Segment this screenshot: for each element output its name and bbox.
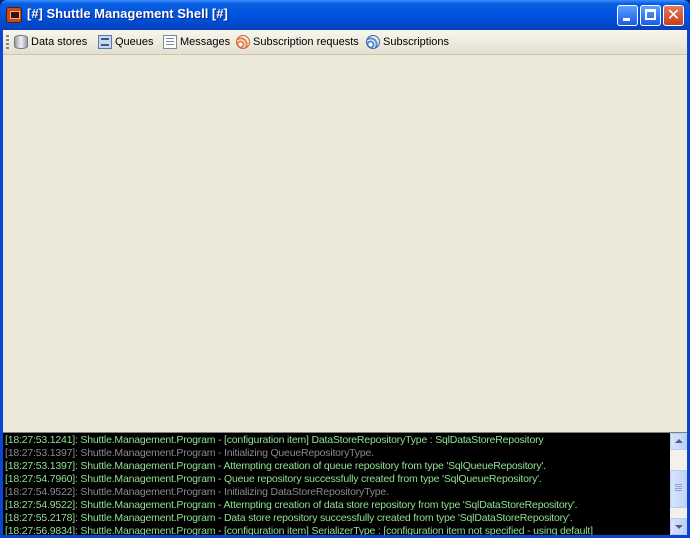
messages-button[interactable]: Messages xyxy=(163,33,230,51)
log-line: [18:27:54.9522]: Shuttle.Management.Prog… xyxy=(5,486,389,498)
log-line: [18:27:55.2178]: Shuttle.Management.Prog… xyxy=(5,512,573,524)
maximize-icon xyxy=(645,9,656,20)
messages-label: Messages xyxy=(180,36,231,48)
data-stores-button[interactable]: Data stores xyxy=(14,33,87,51)
maximize-button[interactable] xyxy=(640,5,661,26)
minimize-icon xyxy=(623,18,630,21)
scroll-down-button[interactable] xyxy=(670,518,687,535)
log-line: [18:27:54.7960]: Shuttle.Management.Prog… xyxy=(5,473,542,485)
toolbar: Data stores Queues Messages Subscription… xyxy=(3,30,687,55)
app-icon[interactable] xyxy=(6,7,22,23)
arrow-down-icon xyxy=(675,525,683,529)
data-stores-label: Data stores xyxy=(31,36,88,48)
scroll-thumb[interactable] xyxy=(670,470,687,508)
subscription-requests-button[interactable]: Subscription requests xyxy=(236,33,359,51)
subscriptions-label: Subscriptions xyxy=(383,36,450,48)
window-title: [#] Shuttle Management Shell [#] xyxy=(27,6,228,21)
queues-button[interactable]: Queues xyxy=(98,33,154,51)
subscription-icon xyxy=(366,35,380,49)
log-line: [18:27:54.9522]: Shuttle.Management.Prog… xyxy=(5,499,578,511)
log-scrollbar[interactable] xyxy=(670,433,687,535)
log-line: [18:27:53.1397]: Shuttle.Management.Prog… xyxy=(5,447,374,459)
toolbar-grip[interactable] xyxy=(6,35,9,49)
subscription-request-icon xyxy=(236,35,250,49)
main-frame: Data stores Queues Messages Subscription… xyxy=(3,30,687,535)
workspace-area xyxy=(3,55,687,429)
subscription-requests-label: Subscription requests xyxy=(253,36,359,48)
log-line: [18:27:53.1241]: Shuttle.Management.Prog… xyxy=(5,434,544,446)
scroll-up-button[interactable] xyxy=(670,433,687,450)
log-line: [18:27:56.9834]: Shuttle.Management.Prog… xyxy=(5,525,593,535)
database-icon xyxy=(14,35,28,49)
minimize-button[interactable] xyxy=(617,5,638,26)
app-window: [#] Shuttle Management Shell [#] ✕ Data … xyxy=(0,0,690,538)
queue-icon xyxy=(98,35,112,49)
close-icon: ✕ xyxy=(666,5,681,24)
arrow-up-icon xyxy=(675,439,683,443)
messages-icon xyxy=(163,35,177,49)
queues-label: Queues xyxy=(115,36,154,48)
title-bar[interactable]: [#] Shuttle Management Shell [#] ✕ xyxy=(0,0,690,30)
close-button[interactable]: ✕ xyxy=(663,5,684,26)
log-lines: [18:27:53.1241]: Shuttle.Management.Prog… xyxy=(5,434,667,535)
log-panel[interactable]: [18:27:53.1241]: Shuttle.Management.Prog… xyxy=(3,432,687,535)
subscriptions-button[interactable]: Subscriptions xyxy=(366,33,449,51)
log-line: [18:27:53.1397]: Shuttle.Management.Prog… xyxy=(5,460,546,472)
window-border-left[interactable] xyxy=(0,30,3,538)
